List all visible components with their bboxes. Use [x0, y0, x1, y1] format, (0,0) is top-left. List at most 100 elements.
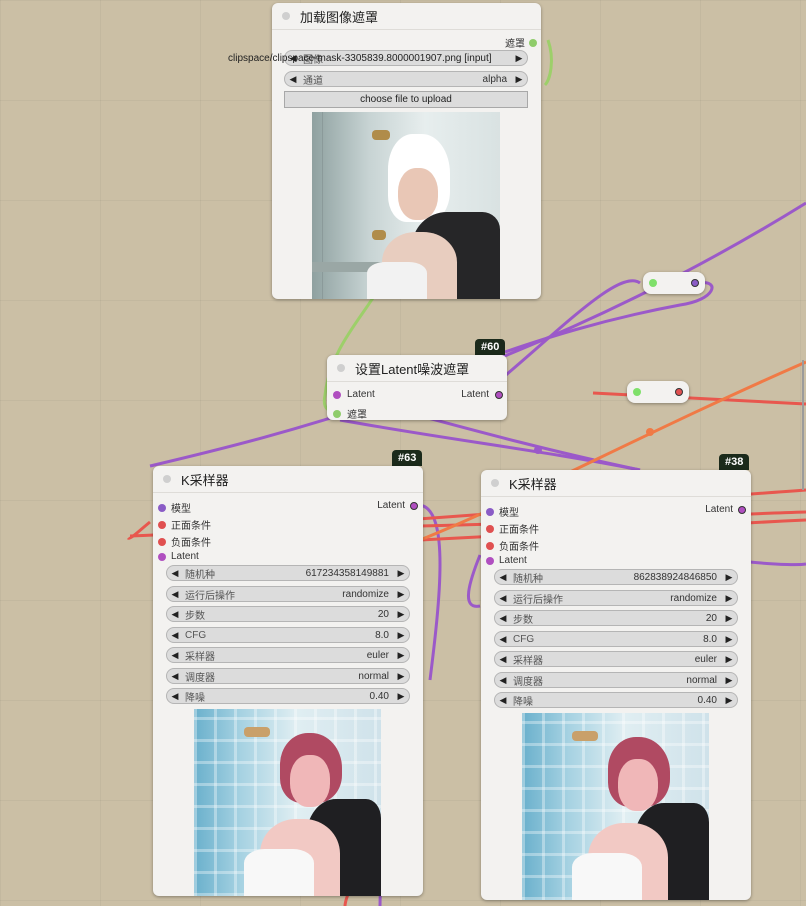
- cond-port-icon[interactable]: [158, 520, 166, 529]
- input-latent-slot[interactable]: Latent: [158, 551, 199, 562]
- output-latent-slot[interactable]: Latent: [377, 500, 418, 511]
- arrow-right-icon[interactable]: ▶: [721, 654, 737, 665]
- collapse-dot-icon[interactable]: [163, 475, 171, 483]
- input-latent-slot[interactable]: Latent: [486, 555, 527, 566]
- latent-port-icon[interactable]: [486, 556, 494, 565]
- arrow-right-icon[interactable]: ▶: [393, 630, 409, 641]
- seed-widget[interactable]: ◀ 随机种 617234358149881 ▶: [166, 565, 410, 581]
- arrow-left-icon[interactable]: ◀: [167, 650, 183, 661]
- control-after-generate-widget[interactable]: ◀ 运行后操作 randomize ▶: [494, 590, 738, 606]
- set-latent-noise-mask-node[interactable]: 设置Latent噪波遮罩 Latent 遮罩 Latent: [327, 355, 507, 421]
- widget-label: 采样器: [185, 651, 215, 663]
- control-after-generate-widget[interactable]: ◀ 运行后操作 randomize ▶: [166, 586, 410, 602]
- arrow-right-icon[interactable]: ▶: [721, 572, 737, 583]
- input-negative-slot[interactable]: 负面条件: [158, 534, 211, 549]
- scheduler-widget[interactable]: ◀ 调度器 normal ▶: [494, 672, 738, 688]
- arrow-left-icon[interactable]: ◀: [167, 691, 183, 702]
- arrow-right-icon[interactable]: ▶: [721, 634, 737, 645]
- scheduler-widget[interactable]: ◀ 调度器 normal ▶: [166, 668, 410, 684]
- arrow-left-icon[interactable]: ◀: [167, 671, 183, 682]
- arrow-left-icon[interactable]: ◀: [495, 634, 511, 645]
- denoise-widget[interactable]: ◀ 降噪 0.40 ▶: [494, 692, 738, 708]
- output-port-icon[interactable]: [691, 279, 699, 287]
- model-port-icon[interactable]: [158, 503, 166, 512]
- arrow-left-icon[interactable]: ◀: [495, 695, 511, 706]
- arrow-right-icon[interactable]: ▶: [393, 650, 409, 661]
- cfg-widget[interactable]: ◀ CFG 8.0 ▶: [166, 627, 410, 643]
- reroute-node-red[interactable]: [627, 381, 689, 403]
- reroute-node-purple[interactable]: [643, 272, 705, 294]
- widget-label: CFG: [185, 629, 207, 641]
- cond-port-icon[interactable]: [486, 541, 494, 550]
- sampler-widget[interactable]: ◀ 采样器 euler ▶: [166, 647, 410, 663]
- widget-label: 调度器: [513, 676, 543, 688]
- widget-label: 随机种: [185, 569, 215, 581]
- arrow-right-icon[interactable]: ▶: [393, 568, 409, 579]
- output-port-icon[interactable]: [675, 388, 683, 396]
- upload-button[interactable]: choose file to upload: [284, 91, 528, 108]
- arrow-left-icon[interactable]: ◀: [285, 74, 301, 85]
- collapse-dot-icon[interactable]: [282, 12, 290, 20]
- steps-widget[interactable]: ◀ 步数 20 ▶: [166, 606, 410, 622]
- output-mask-slot[interactable]: 遮罩: [505, 35, 537, 50]
- arrow-right-icon[interactable]: ▶: [393, 691, 409, 702]
- arrow-left-icon[interactable]: ◀: [167, 630, 183, 641]
- arrow-right-icon[interactable]: ▶: [511, 74, 527, 85]
- arrow-right-icon[interactable]: ▶: [721, 613, 737, 624]
- arrow-left-icon[interactable]: ◀: [167, 609, 183, 620]
- arrow-left-icon[interactable]: ◀: [495, 654, 511, 665]
- arrow-right-icon[interactable]: ▶: [721, 695, 737, 706]
- arrow-right-icon[interactable]: ▶: [721, 593, 737, 604]
- arrow-right-icon[interactable]: ▶: [393, 589, 409, 600]
- arrow-right-icon[interactable]: ▶: [511, 53, 527, 64]
- output-latent-slot[interactable]: Latent: [461, 389, 503, 400]
- seed-widget[interactable]: ◀ 随机种 862838924846850 ▶: [494, 569, 738, 585]
- input-port-icon[interactable]: [633, 388, 641, 396]
- mask-port-icon[interactable]: [333, 409, 341, 418]
- channel-select-widget[interactable]: ◀ 通道 alpha ▶: [284, 71, 528, 87]
- collapse-dot-icon[interactable]: [337, 364, 345, 372]
- arrow-right-icon[interactable]: ▶: [393, 609, 409, 620]
- arrow-left-icon[interactable]: ◀: [495, 675, 511, 686]
- model-port-icon[interactable]: [486, 507, 494, 516]
- slot-label: 正面条件: [171, 521, 211, 532]
- latent-port-icon[interactable]: [738, 505, 746, 514]
- output-latent-slot[interactable]: Latent: [705, 504, 746, 515]
- node-id-badge: #38: [719, 454, 750, 470]
- input-port-icon[interactable]: [649, 279, 657, 287]
- widget-value: 20: [377, 608, 389, 620]
- steps-widget[interactable]: ◀ 步数 20 ▶: [494, 610, 738, 626]
- latent-port-icon[interactable]: [410, 501, 418, 510]
- slot-label: Latent: [461, 389, 489, 400]
- node-title: 设置Latent噪波遮罩: [355, 361, 470, 377]
- ksampler-node-left[interactable]: K采样器 模型 正面条件 负面条件 Latent Latent ◀ 随机种 61…: [153, 466, 423, 896]
- input-model-slot[interactable]: 模型: [158, 500, 191, 515]
- input-mask-slot[interactable]: 遮罩: [333, 406, 367, 421]
- denoise-widget[interactable]: ◀ 降噪 0.40 ▶: [166, 688, 410, 704]
- latent-port-icon[interactable]: [158, 552, 166, 561]
- arrow-left-icon[interactable]: ◀: [495, 572, 511, 583]
- cond-port-icon[interactable]: [486, 524, 494, 533]
- sampler-widget[interactable]: ◀ 采样器 euler ▶: [494, 651, 738, 667]
- collapse-dot-icon[interactable]: [491, 479, 499, 487]
- arrow-left-icon[interactable]: ◀: [167, 568, 183, 579]
- image-filename-overlay: clipspace/clipspace-mask-3305839.8000001…: [228, 53, 492, 64]
- ksampler-node-right[interactable]: K采样器 模型 正面条件 负面条件 Latent Latent ◀ 随机种 86…: [481, 470, 751, 900]
- mask-port-icon[interactable]: [529, 38, 537, 47]
- arrow-right-icon[interactable]: ▶: [393, 671, 409, 682]
- latent-port-icon[interactable]: [495, 390, 503, 399]
- arrow-right-icon[interactable]: ▶: [721, 675, 737, 686]
- cond-port-icon[interactable]: [158, 537, 166, 546]
- load-image-mask-node[interactable]: 加载图像遮罩 遮罩 ◀ 图像 ▶ ◀ 通道 alpha ▶ choose fil…: [272, 3, 541, 299]
- arrow-left-icon[interactable]: ◀: [495, 593, 511, 604]
- input-model-slot[interactable]: 模型: [486, 504, 519, 519]
- input-negative-slot[interactable]: 负面条件: [486, 538, 539, 553]
- latent-port-icon[interactable]: [333, 390, 341, 399]
- input-positive-slot[interactable]: 正面条件: [486, 521, 539, 536]
- arrow-left-icon[interactable]: ◀: [167, 589, 183, 600]
- input-positive-slot[interactable]: 正面条件: [158, 517, 211, 532]
- arrow-left-icon[interactable]: ◀: [495, 613, 511, 624]
- input-latent-slot[interactable]: Latent: [333, 389, 375, 400]
- widget-label: CFG: [513, 633, 535, 645]
- cfg-widget[interactable]: ◀ CFG 8.0 ▶: [494, 631, 738, 647]
